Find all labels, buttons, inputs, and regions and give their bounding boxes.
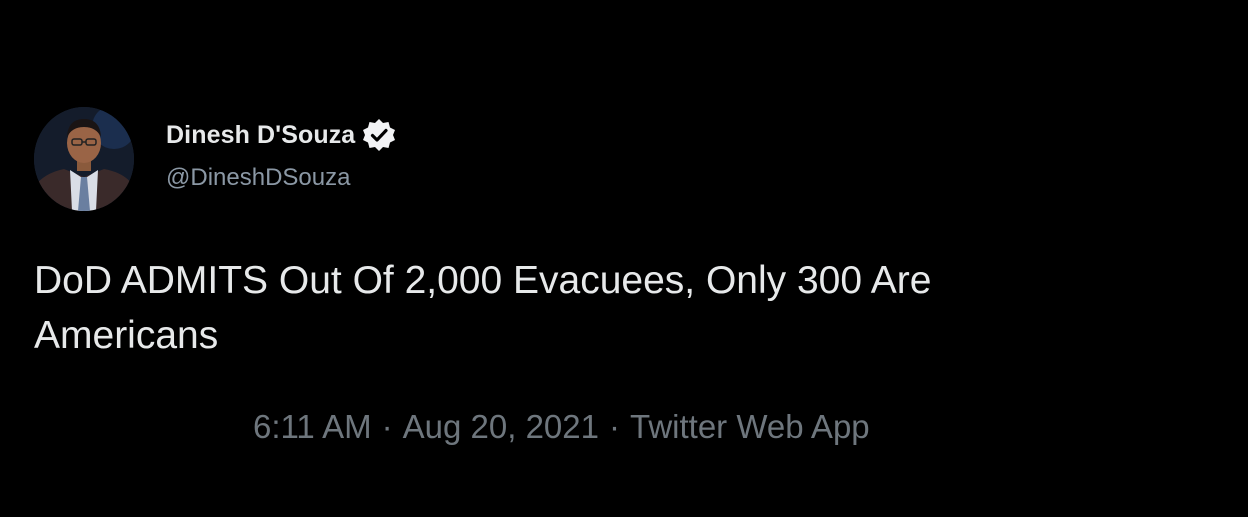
tweet-text-line-2: Americans [34,314,219,357]
meta-separator: · [381,408,393,445]
tweet-card: Dinesh D'Souza @DineshDSouza DoD ADMITS … [0,0,1248,517]
tweet-text: DoD ADMITS Out Of 2,000 Evacuees, Only 3… [34,253,1214,363]
tweet-date[interactable]: Aug 20, 2021 [403,408,599,445]
author-handle[interactable]: @DineshDSouza [166,164,350,192]
avatar[interactable] [34,107,134,211]
author-name-row: Dinesh D'Souza [166,117,397,153]
profile-photo [34,107,134,211]
tweet-text-line-1: DoD ADMITS Out Of 2,000 Evacuees, Only 3… [34,259,932,302]
tweet-source[interactable]: Twitter Web App [630,408,870,445]
meta-separator: · [608,408,620,445]
tweet-time[interactable]: 6:11 AM [253,408,372,445]
verified-badge-icon [361,117,397,153]
author-display-name[interactable]: Dinesh D'Souza [166,121,355,150]
tweet-metadata: 6:11 AM · Aug 20, 2021 · Twitter Web App [253,408,870,446]
